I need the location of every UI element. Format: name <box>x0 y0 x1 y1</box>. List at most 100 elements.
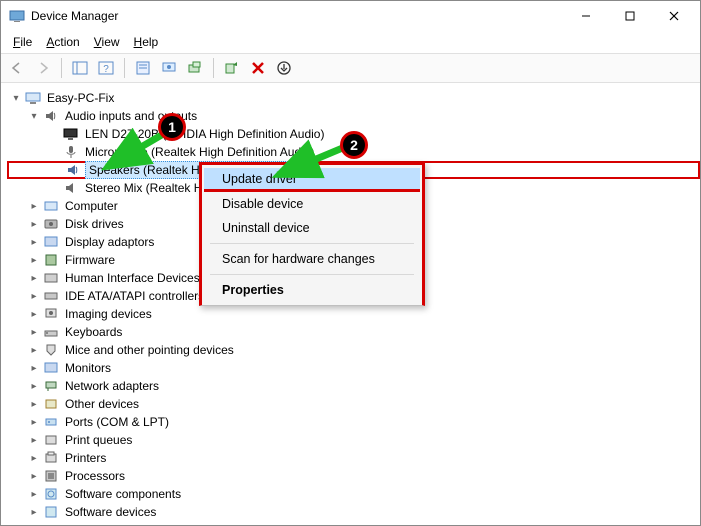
menu-help[interactable]: Help <box>128 33 165 51</box>
chevron-right-icon[interactable]: ▸ <box>27 361 41 375</box>
tree-category-label: Firmware <box>63 253 117 267</box>
tree-category-label: Ports (COM & LPT) <box>63 415 171 429</box>
tree-category[interactable]: ▸ Mice and other pointing devices <box>7 341 700 359</box>
tree-category[interactable]: ▸ Network adapters <box>7 377 700 395</box>
tree-category-label: Mice and other pointing devices <box>63 343 236 357</box>
tree-category[interactable]: ▸ Imaging devices <box>7 305 700 323</box>
ctx-scan-hardware[interactable]: Scan for hardware changes <box>204 247 420 271</box>
tree-category[interactable]: ▸ Ports (COM & LPT) <box>7 413 700 431</box>
chevron-right-icon[interactable]: ▸ <box>27 199 41 213</box>
chevron-right-icon[interactable]: ▸ <box>27 469 41 483</box>
close-button[interactable] <box>652 2 696 30</box>
uninstall-button[interactable] <box>246 56 270 80</box>
device-category-icon <box>43 216 59 232</box>
chevron-right-icon[interactable]: ▸ <box>27 451 41 465</box>
tree-category-label: Computer <box>63 199 120 213</box>
maximize-button[interactable] <box>608 2 652 30</box>
chevron-right-icon[interactable]: ▸ <box>27 487 41 501</box>
tree-root[interactable]: ▾ Easy-PC-Fix <box>7 89 700 107</box>
chevron-right-icon[interactable]: ▸ <box>27 289 41 303</box>
menu-action[interactable]: Action <box>40 33 85 51</box>
chevron-right-icon[interactable]: ▸ <box>27 523 41 525</box>
chevron-right-icon[interactable]: ▸ <box>27 307 41 321</box>
tree-category-label: Network adapters <box>63 379 161 393</box>
device-category-icon <box>43 504 59 520</box>
device-category-icon <box>43 378 59 394</box>
help-button[interactable]: ? <box>94 56 118 80</box>
tree-category-label: Display adaptors <box>63 235 156 249</box>
chevron-right-icon[interactable]: ▸ <box>27 505 41 519</box>
disable-button[interactable] <box>272 56 296 80</box>
annotation-badge-2: 2 <box>340 131 368 159</box>
device-category-icon <box>43 234 59 250</box>
device-category-icon <box>43 324 59 340</box>
menu-view[interactable]: View <box>88 33 126 51</box>
toolbar-sep <box>213 58 214 78</box>
annotation-badge-1: 1 <box>158 113 186 141</box>
tree-category-label: Print queues <box>63 433 134 447</box>
menu-file[interactable]: File <box>7 33 38 51</box>
ctx-disable-device[interactable]: Disable device <box>204 192 420 216</box>
tree-root-label: Easy-PC-Fix <box>45 91 116 105</box>
tree-category[interactable]: ▸ Sound, video and game controllers <box>7 521 700 525</box>
ctx-properties[interactable]: Properties <box>204 278 420 302</box>
tree-category[interactable]: ▸ Printers <box>7 449 700 467</box>
tree-category[interactable]: ▸ Software components <box>7 485 700 503</box>
device-category-icon <box>43 252 59 268</box>
tree-category[interactable]: ▸ Keyboards <box>7 323 700 341</box>
tree-category-label: Other devices <box>63 397 141 411</box>
chevron-right-icon[interactable]: ▸ <box>27 397 41 411</box>
tree-category[interactable]: ▸ Print queues <box>7 431 700 449</box>
chevron-right-icon[interactable]: ▸ <box>27 433 41 447</box>
monitor-icon <box>63 126 79 142</box>
chevron-down-icon[interactable]: ▾ <box>9 91 23 105</box>
scan-hardware-button[interactable] <box>183 56 207 80</box>
minimize-button[interactable] <box>564 2 608 30</box>
forward-button[interactable] <box>31 56 55 80</box>
tree-category-label: Keyboards <box>63 325 124 339</box>
back-button[interactable] <box>5 56 29 80</box>
chevron-right-icon[interactable]: ▸ <box>27 253 41 267</box>
tree-category[interactable]: ▸ Software devices <box>7 503 700 521</box>
chevron-right-icon[interactable]: ▸ <box>27 235 41 249</box>
tree-category-label: Disk drives <box>63 217 126 231</box>
chevron-right-icon[interactable]: ▸ <box>27 271 41 285</box>
tree-category[interactable]: ▸ Other devices <box>7 395 700 413</box>
tree-category-audio[interactable]: ▾ Audio inputs and outputs <box>7 107 700 125</box>
properties-button[interactable] <box>131 56 155 80</box>
ctx-item-label: Scan for hardware changes <box>222 252 375 266</box>
tree-category-label: Monitors <box>63 361 113 375</box>
speaker-icon <box>43 108 59 124</box>
speaker-icon <box>63 180 79 196</box>
tree-category-label: Software components <box>63 487 183 501</box>
tree-category-label: Printers <box>63 451 108 465</box>
toolbar: ? <box>1 53 700 83</box>
device-category-icon <box>43 486 59 502</box>
chevron-right-icon[interactable]: ▸ <box>27 343 41 357</box>
tree-category[interactable]: ▸ Processors <box>7 467 700 485</box>
device-category-icon <box>43 522 59 525</box>
svg-text:?: ? <box>103 64 109 75</box>
chevron-right-icon[interactable]: ▸ <box>27 217 41 231</box>
chevron-right-icon[interactable]: ▸ <box>27 415 41 429</box>
chevron-right-icon[interactable]: ▸ <box>27 379 41 393</box>
tree-category-label: Sound, video and game controllers <box>63 523 252 525</box>
tree-category-label: Processors <box>63 469 127 483</box>
titlebar: Device Manager <box>1 1 700 31</box>
device-category-icon <box>43 306 59 322</box>
tree-category-label: Imaging devices <box>63 307 154 321</box>
device-category-icon <box>43 396 59 412</box>
ctx-uninstall-device[interactable]: Uninstall device <box>204 216 420 240</box>
device-category-icon <box>43 468 59 484</box>
device-category-icon <box>43 360 59 376</box>
tree-category[interactable]: ▸ Monitors <box>7 359 700 377</box>
show-hide-tree-button[interactable] <box>68 56 92 80</box>
update-driver-button[interactable] <box>157 56 181 80</box>
enable-device-button[interactable] <box>220 56 244 80</box>
device-category-icon <box>43 414 59 430</box>
tree-category-label: Software devices <box>63 505 158 519</box>
device-category-icon <box>43 270 59 286</box>
speaker-icon <box>65 162 81 178</box>
chevron-right-icon[interactable]: ▸ <box>27 325 41 339</box>
chevron-down-icon[interactable]: ▾ <box>27 109 41 123</box>
